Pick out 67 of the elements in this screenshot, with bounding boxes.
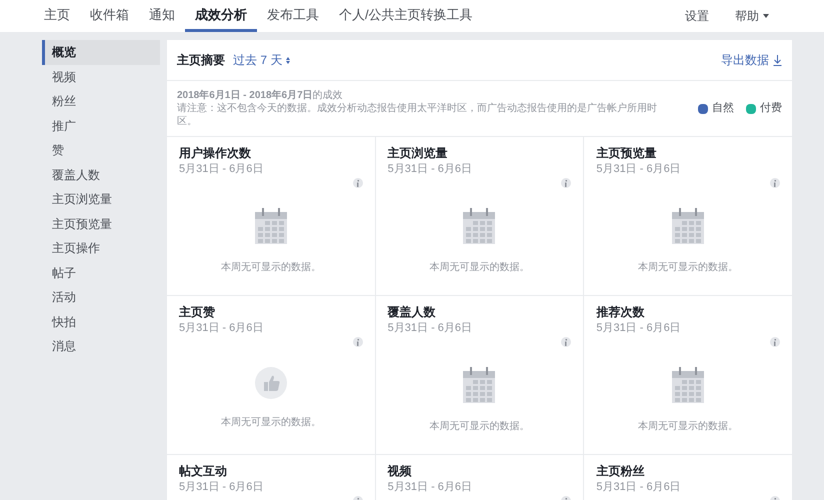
nav-tab[interactable]: 收件箱 xyxy=(80,0,139,32)
sidebar-item[interactable]: 帖子 xyxy=(42,260,160,285)
card-dates: 5月31日 - 6月6日 xyxy=(388,480,474,495)
info-icon[interactable] xyxy=(352,178,363,188)
card-title: 覆盖人数 xyxy=(388,304,437,320)
card-dates: 5月31日 - 6月6日 xyxy=(596,162,682,177)
period-text: 2018年6月1日 - 2018年6月7日的成效 xyxy=(177,89,344,102)
card-dates: 5月31日 - 6月6日 xyxy=(179,162,264,177)
sort-icon xyxy=(286,56,290,64)
card-title: 主页预览量 xyxy=(596,145,658,161)
sidebar-item[interactable]: 活动 xyxy=(42,285,160,310)
sidebar-item[interactable]: 消息 xyxy=(42,334,160,358)
empty-message: 本周无可显示的数据。 xyxy=(220,416,321,430)
card-title: 主页粉丝 xyxy=(596,463,646,479)
empty-message: 本周无可显示的数据。 xyxy=(638,420,738,434)
nav-tab[interactable]: 发布工具 xyxy=(257,0,329,32)
nav-link[interactable]: 设置 xyxy=(672,0,722,32)
download-icon xyxy=(773,54,782,66)
legend-label: 付费 xyxy=(760,101,782,116)
sidebar-item[interactable]: 快拍 xyxy=(42,310,160,334)
info-icon[interactable] xyxy=(352,337,363,347)
calendar-icon xyxy=(672,208,704,244)
sidebar-item[interactable]: 概览 xyxy=(42,40,160,64)
nav-tab[interactable]: 个人/公共主页转换工具 xyxy=(329,0,483,32)
card-title: 视频 xyxy=(388,463,413,479)
card-dates: 5月31日 - 6月6日 xyxy=(388,162,474,177)
card-title: 主页浏览量 xyxy=(388,145,449,161)
calendar-icon xyxy=(463,367,496,403)
caret-icon xyxy=(763,14,769,18)
card-dates: 5月31日 - 6月6日 xyxy=(179,480,264,495)
sidebar-item[interactable]: 主页操作 xyxy=(42,236,160,260)
nav-link[interactable]: 帮助 xyxy=(722,0,782,32)
sidebar-item[interactable]: 主页预览量 xyxy=(42,212,160,236)
info-icon[interactable] xyxy=(770,337,780,347)
nav-tab[interactable]: 成效分析 xyxy=(185,0,257,32)
sidebar-item[interactable]: 覆盖人数 xyxy=(42,162,160,187)
info-icon[interactable] xyxy=(561,178,572,188)
card-title: 用户操作次数 xyxy=(179,145,252,161)
export-link[interactable]: 导出数据 xyxy=(721,51,782,69)
info-icon[interactable] xyxy=(561,337,572,347)
sidebar-item[interactable]: 推广 xyxy=(42,114,160,138)
info-icon[interactable] xyxy=(770,178,780,188)
calendar-icon xyxy=(672,367,704,403)
card-title: 推荐次数 xyxy=(596,304,646,320)
card-dates: 5月31日 - 6月6日 xyxy=(596,480,682,495)
empty-message: 本周无可显示的数据。 xyxy=(429,260,530,275)
card-dates: 5月31日 - 6月6日 xyxy=(388,321,474,336)
card-title: 主页赞 xyxy=(179,304,216,320)
thumbs-up-icon xyxy=(254,367,287,399)
nav-tab[interactable]: 通知 xyxy=(139,0,185,32)
note-text: 请注意：这不包含今天的数据。成效分析动态报告使用太平洋时区，而广告动态报告使用的是广告帐户所用时区。 xyxy=(177,102,658,128)
card-title: 帖文互动 xyxy=(179,463,228,479)
nav-tab[interactable]: 主页 xyxy=(34,0,80,32)
calendar-icon xyxy=(254,208,287,244)
empty-message: 本周无可显示的数据。 xyxy=(638,260,738,275)
range-selector[interactable]: 过去 7 天 xyxy=(233,51,290,69)
legend-label: 自然 xyxy=(712,101,734,116)
sidebar-item[interactable]: 主页浏览量 xyxy=(42,187,160,212)
card-dates: 5月31日 - 6月6日 xyxy=(596,321,682,336)
summary-title: 主页摘要 xyxy=(177,52,225,69)
calendar-icon xyxy=(463,208,496,244)
sidebar-item[interactable]: 赞 xyxy=(42,138,160,162)
sidebar-item[interactable]: 粉丝 xyxy=(42,89,160,114)
card-dates: 5月31日 - 6月6日 xyxy=(179,321,264,336)
sidebar-item[interactable]: 视频 xyxy=(42,64,160,89)
empty-message: 本周无可显示的数据。 xyxy=(220,260,321,275)
empty-message: 本周无可显示的数据。 xyxy=(429,420,530,434)
